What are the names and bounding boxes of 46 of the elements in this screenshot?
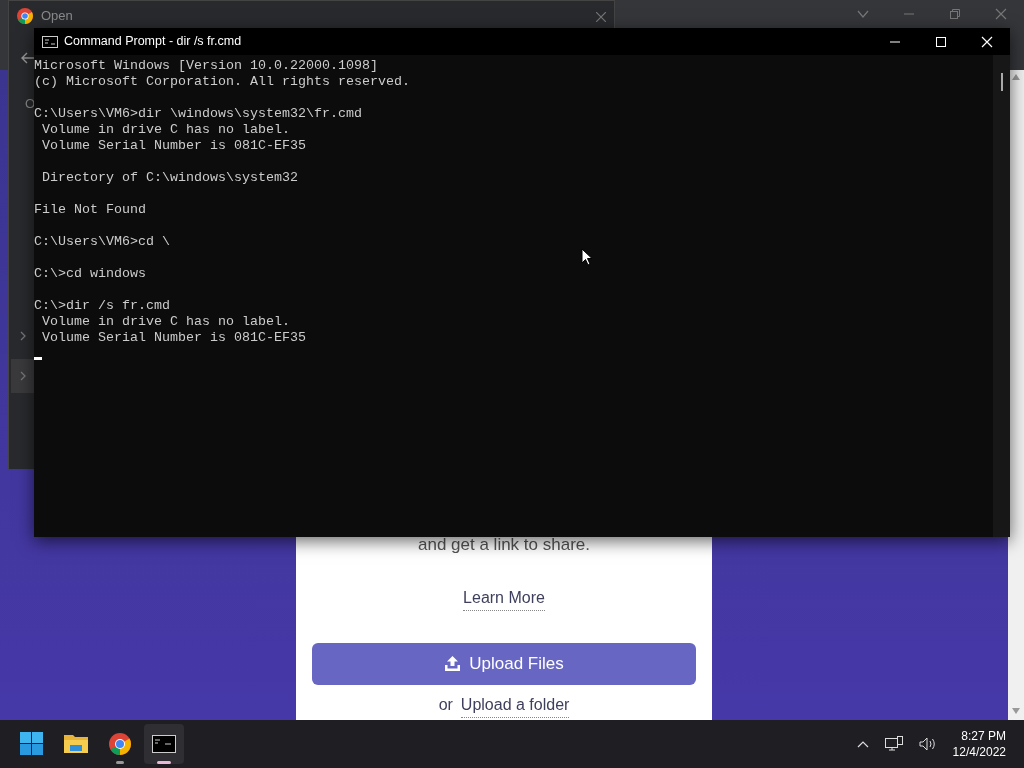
clock-date[interactable]: 12/4/2022: [952, 744, 1006, 760]
upload-folder-link[interactable]: Upload a folder: [460, 692, 570, 718]
chevron-icon[interactable]: [20, 331, 26, 341]
upload-files-button[interactable]: Upload Files: [312, 642, 696, 685]
console-line: Microsoft Windows [Version 10.0.22000.1098]: [34, 58, 378, 74]
network-icon[interactable]: [884, 736, 903, 752]
terminal-icon: [42, 35, 58, 48]
chevron-up-icon[interactable]: [856, 740, 869, 748]
taskbar-button[interactable]: [144, 724, 184, 764]
maximize-icon[interactable]: [935, 35, 947, 48]
restore-icon[interactable]: [949, 8, 961, 20]
tagline-text: and get a link to share.: [418, 534, 590, 556]
clock-time[interactable]: 8:27 PM: [952, 728, 1006, 744]
console-line: C:\>cd windows: [34, 266, 146, 282]
learn-more-link[interactable]: Learn More: [463, 585, 545, 611]
scrollbar[interactable]: [1008, 70, 1024, 720]
chevron-icon: [20, 371, 26, 381]
volume-icon[interactable]: [918, 737, 937, 751]
window-title: Command Prompt - dir /s fr.cmd: [64, 33, 242, 51]
start-icon: [20, 732, 44, 756]
console-line: Directory of C:\windows\system32: [41, 170, 298, 186]
browser-logo-icon: [17, 8, 33, 24]
console-line: Volume Serial Number is 081C-EF35: [41, 330, 306, 346]
mouse-pointer-icon: [581, 248, 593, 266]
running-indicator: [157, 761, 171, 764]
console-line: File Not Found: [34, 202, 146, 218]
dialog-text: O: [25, 95, 36, 111]
dialog-title: Open: [41, 7, 73, 26]
scrollbar-thumb[interactable]: [1001, 73, 1003, 91]
console-line: (c) Microsoft Corporation. All rights reserved.: [34, 74, 410, 90]
text-cursor: [34, 357, 42, 360]
upload-icon: [444, 655, 462, 672]
console-line: C:\Users\VM6>cd \: [34, 234, 170, 250]
folder-icon: [64, 732, 88, 756]
console-line: C:\>dir /s fr.cmd: [34, 298, 170, 314]
or-text: or: [438, 695, 453, 715]
browser-logo-icon: [108, 732, 132, 756]
console-line: C:\Users\VM6>dir \windows\system32\fr.cmd: [34, 106, 362, 122]
running-indicator: [116, 761, 124, 764]
console-line: Volume in drive C has no label.: [41, 314, 290, 330]
terminal-icon: [152, 732, 176, 756]
console-line: Volume in drive C has no label.: [41, 122, 290, 138]
console-line: Volume Serial Number is 081C-EF35: [41, 138, 306, 154]
tab-search-icon[interactable]: [857, 8, 869, 20]
back-arrow-icon[interactable]: [21, 52, 35, 64]
scroll-up-icon[interactable]: [1012, 74, 1020, 80]
